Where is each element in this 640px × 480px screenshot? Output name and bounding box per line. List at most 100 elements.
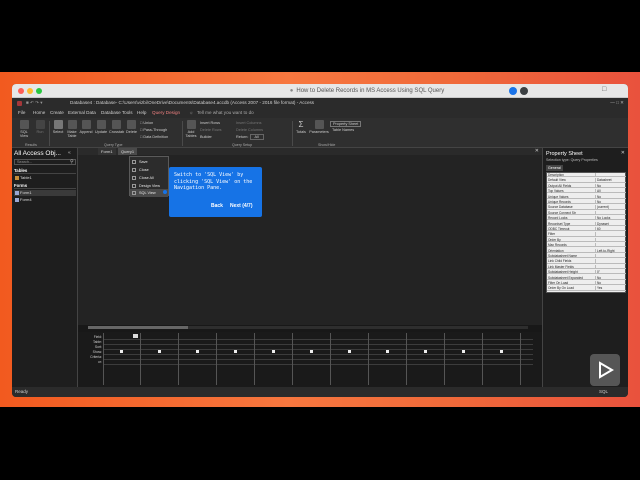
add-tables-button[interactable]: Add Tables — [184, 120, 198, 138]
maximize-window-button[interactable] — [36, 88, 42, 94]
profile-icon[interactable] — [520, 87, 528, 95]
property-row[interactable]: Subdatasheet Height 0" — [547, 270, 626, 275]
nav-group-tables[interactable]: Tables — [14, 168, 76, 174]
make-table-button[interactable]: Make Table — [66, 120, 78, 138]
tooltip-back-button[interactable]: Back — [211, 203, 223, 209]
property-value[interactable]: 0" — [597, 270, 600, 274]
quick-access-toolbar[interactable]: ■ ↶ ↷ ▾ — [26, 98, 43, 108]
nav-item-form1[interactable]: Form1 — [14, 190, 76, 196]
union-button[interactable]: □ Union — [140, 121, 153, 125]
parameters-button[interactable]: Parameters — [309, 120, 329, 134]
property-row[interactable]: Link Child Fields — [547, 259, 626, 264]
delete-columns-button[interactable]: Delete Columns — [236, 128, 263, 132]
crosstab-button[interactable]: Crosstab — [109, 120, 124, 134]
property-row[interactable]: Record Locks No Locks — [547, 216, 626, 221]
show-checkbox[interactable] — [386, 350, 389, 353]
extension-icon[interactable] — [509, 87, 517, 95]
tab-form1[interactable]: Form1 — [98, 148, 116, 155]
totals-button[interactable]: Σ Totals — [295, 120, 307, 134]
tab-file[interactable]: File — [18, 108, 25, 118]
property-value[interactable]: 60 — [597, 227, 601, 231]
query-design-grid[interactable]: Field: Table: Sort: Show: Criteria: or: — [78, 332, 542, 387]
table-names-button[interactable]: Table Names — [330, 128, 356, 132]
tab-home[interactable]: Home — [33, 108, 45, 118]
builder-button[interactable]: Builder — [200, 135, 212, 139]
property-value[interactable]: No Locks — [597, 216, 610, 220]
property-value[interactable]: No — [597, 195, 601, 199]
property-value[interactable]: No — [597, 184, 601, 188]
show-checkbox[interactable] — [424, 350, 427, 353]
tab-external-data[interactable]: External Data — [68, 108, 96, 118]
field-cell-active[interactable] — [133, 334, 138, 338]
minimize-window-button[interactable] — [27, 88, 33, 94]
property-row[interactable]: Link Master Fields — [547, 264, 626, 269]
collapse-icon[interactable]: « — [68, 150, 71, 156]
property-row[interactable]: Max Records — [547, 243, 626, 248]
property-value[interactable]: No — [597, 276, 601, 280]
property-row[interactable]: Output All Fields No — [547, 183, 626, 188]
pass-through-button[interactable]: □ Pass-Through — [140, 128, 167, 132]
tab-help[interactable]: Help — [137, 108, 146, 118]
tell-me-search[interactable]: Tell me what you want to do — [197, 108, 254, 118]
update-button[interactable]: Update — [94, 120, 108, 134]
nav-pane-title[interactable]: All Access Obj... — [14, 150, 61, 157]
delete-query-button[interactable]: Delete — [125, 120, 138, 134]
insert-rows-button[interactable]: Insert Rows — [200, 121, 220, 125]
property-value[interactable]: No — [597, 200, 601, 204]
horizontal-scrollbar[interactable] — [88, 326, 528, 329]
tab-query1[interactable]: Query1 — [118, 148, 138, 155]
run-button[interactable]: Run — [34, 120, 46, 134]
property-row[interactable]: Source Database (current) — [547, 205, 626, 210]
view-indicator[interactable]: SQL — [599, 387, 608, 397]
scrollbar-thumb[interactable] — [88, 326, 188, 329]
property-row[interactable]: Order By On Load Yes — [547, 286, 626, 291]
property-row[interactable]: Order By — [547, 237, 626, 242]
insert-columns-button[interactable]: Insert Columns — [236, 121, 262, 125]
property-row[interactable]: Unique Values No — [547, 194, 626, 199]
property-row[interactable]: Recordset Type Dynaset — [547, 221, 626, 226]
property-row[interactable]: Subdatasheet Name — [547, 254, 626, 259]
nav-search-input[interactable]: Search... — [14, 159, 76, 165]
property-value[interactable]: Yes — [597, 286, 602, 290]
append-button[interactable]: Append — [79, 120, 93, 134]
show-checkbox[interactable] — [272, 350, 275, 353]
property-row[interactable]: Filter — [547, 232, 626, 237]
show-checkbox[interactable] — [120, 350, 123, 353]
show-checkbox[interactable] — [310, 350, 313, 353]
nav-group-forms[interactable]: Forms — [14, 183, 76, 189]
menu-item-save[interactable]: Save — [130, 158, 168, 166]
data-definition-button[interactable]: □ Data Definition — [140, 135, 168, 139]
show-checkbox[interactable] — [500, 350, 503, 353]
property-row[interactable]: Orientation Left-to-Right — [547, 248, 626, 253]
show-checkbox[interactable] — [196, 350, 199, 353]
close-icon[interactable]: ✕ — [535, 148, 539, 154]
property-value[interactable]: Left-to-Right — [597, 249, 615, 253]
menu-item-close[interactable]: Close — [130, 166, 168, 174]
property-value[interactable]: No — [597, 281, 601, 285]
property-row[interactable]: Subdatasheet Expanded No — [547, 275, 626, 280]
show-checkbox[interactable] — [158, 350, 161, 353]
show-checkbox[interactable] — [348, 350, 351, 353]
property-row[interactable]: Top Values All — [547, 189, 626, 194]
window-controls[interactable]: — □ ✕ — [610, 98, 624, 108]
show-checkbox[interactable] — [234, 350, 237, 353]
address-bar[interactable]: ● How to Delete Records in MS Access Usin… — [237, 86, 497, 96]
property-row[interactable]: Description — [547, 173, 626, 178]
nav-item-table1[interactable]: Table1 — [14, 175, 76, 181]
return-dropdown[interactable]: Return: All — [236, 134, 264, 140]
property-value[interactable]: Datasheet — [597, 178, 612, 182]
video-play-badge[interactable] — [590, 354, 620, 386]
property-row[interactable]: ODBC Timeout 60 — [547, 227, 626, 232]
sql-view-button[interactable]: SQL View — [16, 120, 32, 138]
property-value[interactable]: All — [597, 189, 601, 193]
property-value[interactable]: (current) — [597, 205, 609, 209]
property-row[interactable]: Filter On Load No — [547, 281, 626, 286]
property-row[interactable]: Unique Records No — [547, 200, 626, 205]
property-row[interactable]: Default View Datasheet — [547, 178, 626, 183]
tooltip-next-button[interactable]: Next (4/7) — [230, 203, 253, 209]
tab-database-tools[interactable]: Database Tools — [101, 108, 133, 118]
close-window-button[interactable] — [18, 88, 24, 94]
property-row[interactable]: Source Connect Str — [547, 210, 626, 215]
tab-general[interactable]: General — [546, 165, 563, 171]
show-checkbox[interactable] — [462, 350, 465, 353]
